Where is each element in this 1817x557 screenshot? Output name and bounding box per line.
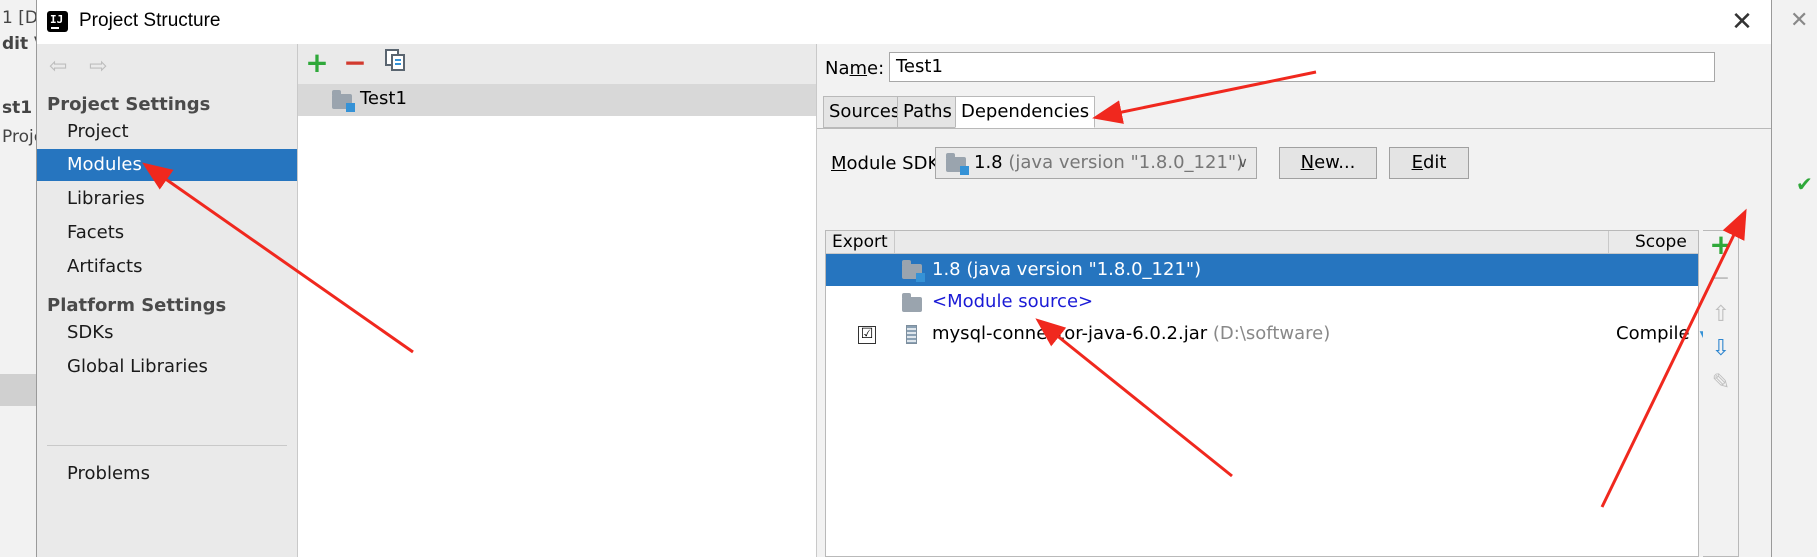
copy-icon: [385, 49, 405, 71]
forward-arrow-icon[interactable]: ⇨: [89, 54, 107, 79]
intellij-app-icon: IJ: [47, 11, 68, 32]
dialog-title: Project Structure: [79, 10, 221, 31]
sdk-detail: (java version "1.8.0_121"): [1008, 152, 1244, 173]
project-structure-dialog: IJ Project Structure ✕ ⇦ ⇨ Project Setti…: [36, 0, 1772, 557]
sidebar-item-problems[interactable]: Problems: [37, 458, 297, 490]
chevron-down-icon: ∨: [1237, 155, 1248, 171]
background-ide-strip: 1 [D dit V st1 Proje: [0, 0, 47, 557]
title-bar: IJ Project Structure ✕: [37, 0, 1771, 44]
source-folder-icon: [902, 293, 922, 312]
sidebar-item-project[interactable]: Project: [37, 116, 297, 148]
settings-sidebar: ⇦ ⇨ Project Settings Project Modules Lib…: [37, 44, 298, 557]
bg-selected-row: [0, 374, 36, 406]
sidebar-item-facets[interactable]: Facets: [37, 217, 297, 249]
tab-paths[interactable]: Paths: [897, 96, 958, 128]
remove-dependency-button[interactable]: −: [1709, 267, 1733, 291]
module-folder-icon: [332, 90, 355, 112]
dependency-name: 1.8 (java version "1.8.0_121"): [932, 259, 1202, 280]
tab-sources[interactable]: Sources: [823, 96, 907, 128]
dependency-toolbar: + − ⇧ ⇩ ✎: [1703, 230, 1739, 557]
bg-check-icon: ✔: [1796, 172, 1813, 196]
dependency-name: mysql-connector-java-6.0.2.jar (D:\softw…: [932, 323, 1331, 344]
table-row[interactable]: 1.8 (java version "1.8.0_121"): [826, 254, 1698, 286]
copy-module-button[interactable]: [380, 48, 410, 78]
edit-sdk-button[interactable]: Edit: [1389, 147, 1469, 179]
name-label: Name:: [825, 58, 885, 79]
sidebar-item-sdks[interactable]: SDKs: [37, 317, 297, 349]
sidebar-item-modules[interactable]: Modules: [37, 149, 297, 181]
scope-select[interactable]: Compile▼: [1616, 318, 1709, 351]
module-detail-pane: Name: Test1 Sources Paths Dependencies M…: [817, 44, 1771, 557]
column-export[interactable]: Export: [832, 231, 888, 253]
add-dependency-button[interactable]: +: [1709, 231, 1733, 259]
bg-title-fragment: 1 [D: [2, 8, 38, 28]
sidebar-item-libraries[interactable]: Libraries: [37, 183, 297, 215]
sdk-folder-icon: [946, 153, 969, 175]
edit-dependency-button[interactable]: ✎: [1709, 371, 1733, 395]
tab-dependencies[interactable]: Dependencies: [955, 96, 1096, 128]
table-header: Export Scope: [826, 231, 1698, 254]
column-scope[interactable]: Scope: [1635, 231, 1687, 253]
modules-toolbar: + −: [298, 44, 816, 84]
module-name: Test1: [360, 88, 407, 109]
new-sdk-button[interactable]: New...: [1279, 147, 1377, 179]
module-name-input[interactable]: Test1: [889, 52, 1715, 82]
tab-underline: [817, 128, 1771, 129]
move-down-button[interactable]: ⇩: [1709, 337, 1733, 361]
sdk-folder-icon: [902, 260, 925, 282]
bg-close-icon: ✕: [1790, 8, 1809, 33]
sidebar-item-artifacts[interactable]: Artifacts: [37, 251, 297, 283]
background-ide-right: ✕ ✔: [1770, 0, 1817, 557]
jar-icon: [906, 325, 917, 344]
module-row-test1[interactable]: Test1: [298, 84, 816, 116]
export-checkbox[interactable]: ☑: [858, 326, 876, 344]
modules-pane: + − Test1: [298, 44, 817, 557]
bg-project-fragment: st1: [2, 98, 33, 118]
table-row[interactable]: ☑ mysql-connector-java-6.0.2.jar (D:\sof…: [826, 318, 1709, 350]
sdk-value: 1.8: [974, 152, 1003, 173]
dependencies-table: Export Scope 1.8 (java version "1.8.0_12…: [825, 230, 1709, 557]
move-up-button[interactable]: ⇧: [1709, 303, 1733, 327]
sidebar-item-global-libraries[interactable]: Global Libraries: [37, 351, 297, 383]
back-arrow-icon[interactable]: ⇦: [49, 54, 67, 79]
module-sdk-select[interactable]: 1.8 (java version "1.8.0_121") ∨: [935, 147, 1257, 179]
platform-settings-heading: Platform Settings: [47, 295, 227, 316]
project-settings-heading: Project Settings: [47, 94, 211, 115]
table-row[interactable]: <Module source>: [826, 286, 1698, 318]
remove-module-button[interactable]: −: [340, 48, 370, 78]
sidebar-divider: [47, 445, 287, 446]
module-sdk-label: Module SDK:: [831, 153, 946, 174]
add-module-button[interactable]: +: [302, 48, 332, 78]
dependency-name: <Module source>: [932, 291, 1094, 312]
close-button[interactable]: ✕: [1727, 8, 1757, 38]
